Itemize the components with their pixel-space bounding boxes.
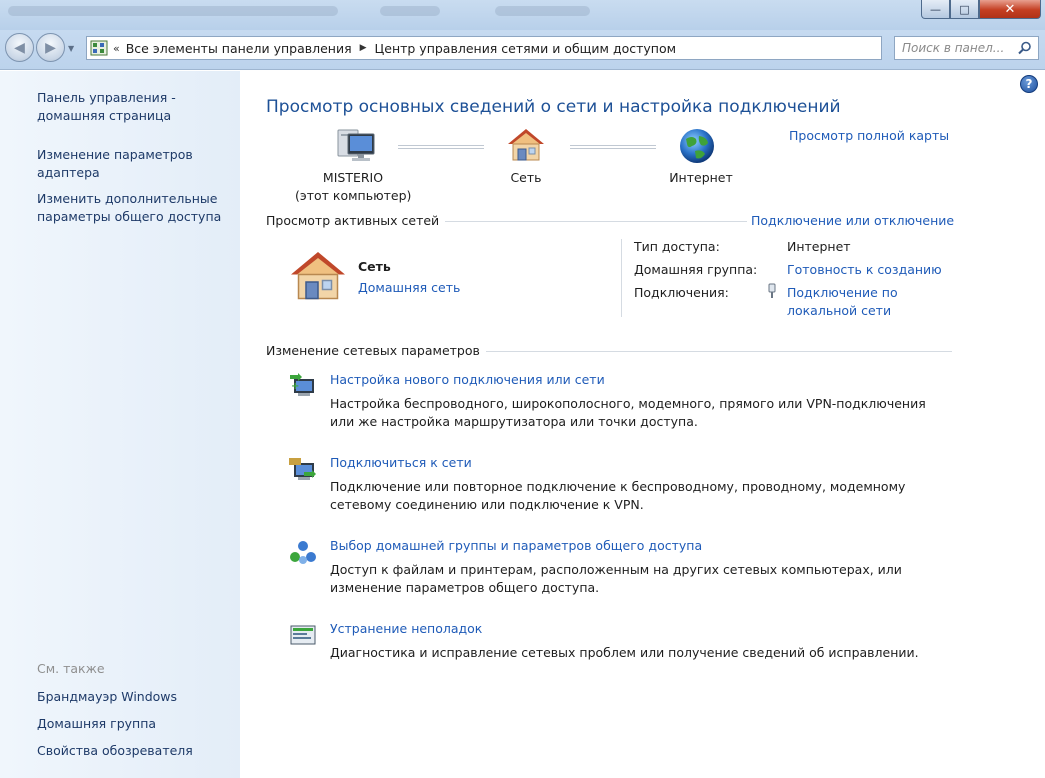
- task-troubleshoot-desc: Диагностика и исправление сетевых пробле…: [330, 645, 919, 660]
- search-box[interactable]: [894, 36, 1039, 60]
- sidebar-link-adapter-settings[interactable]: Изменение параметров адаптера: [37, 146, 232, 182]
- blurred-tab-text: [8, 6, 338, 16]
- access-type-label: Тип доступа:: [634, 239, 720, 254]
- task-homegroup-desc-2: изменение параметров общего доступа.: [330, 580, 600, 595]
- close-button[interactable]: ✕: [979, 0, 1041, 19]
- network-label: Сеть: [510, 170, 542, 185]
- active-networks-heading: Просмотр активных сетей: [266, 213, 446, 228]
- blurred-toolbar-text: [495, 6, 590, 16]
- back-arrow-icon: ◀: [14, 39, 25, 56]
- computer-note: (этот компьютер): [295, 188, 412, 203]
- connect-disconnect-link[interactable]: Подключение или отключение: [747, 213, 955, 228]
- map-connector: [570, 145, 656, 149]
- breadcrumb-overflow-icon[interactable]: «: [113, 42, 120, 55]
- access-type-value: Интернет: [787, 239, 851, 254]
- task-homegroup-desc-1: Доступ к файлам и принтерам, расположенн…: [330, 562, 902, 577]
- connection-link-line1[interactable]: Подключение по: [787, 284, 898, 302]
- see-also-firewall[interactable]: Брандмауэр Windows: [37, 688, 232, 706]
- breadcrumb-all-items[interactable]: Все элементы панели управления: [126, 41, 352, 56]
- task-new-connection-desc-1: Настройка беспроводного, широкополосного…: [330, 396, 926, 411]
- map-connector: [398, 145, 484, 149]
- forward-arrow-icon: ▶: [45, 39, 56, 56]
- page-title: Просмотр основных сведений о сети и наст…: [266, 97, 841, 117]
- forward-button[interactable]: ▶: [36, 33, 65, 62]
- see-also-homegroup[interactable]: Домашняя группа: [37, 715, 232, 733]
- see-also-internet-options[interactable]: Свойства обозревателя: [37, 742, 232, 760]
- breadcrumb-arrow-icon[interactable]: ▶: [360, 43, 367, 53]
- active-network-name: Сеть: [358, 259, 391, 274]
- computer-name: MISTERIO: [322, 170, 384, 185]
- connection-link-line2[interactable]: локальной сети: [787, 302, 891, 320]
- homegroup-icon: [290, 541, 316, 564]
- sidebar-link-home[interactable]: Панель управления - домашняя страница: [37, 89, 232, 125]
- homegroup-label: Домашняя группа:: [634, 262, 758, 277]
- help-icon[interactable]: ?: [1020, 75, 1038, 93]
- navigation-bar: ◀ ▶ ▼ « Все элементы панели управления ▶…: [0, 30, 1045, 70]
- internet-label: Интернет: [669, 170, 733, 185]
- task-connect-link[interactable]: Подключиться к сети: [330, 455, 472, 470]
- breadcrumb-network-center[interactable]: Центр управления сетями и общим доступом: [375, 41, 677, 56]
- task-connect-desc-1: Подключение или повторное подключение к …: [330, 479, 906, 494]
- address-bar[interactable]: « Все элементы панели управления ▶ Центр…: [86, 36, 964, 60]
- minimize-button[interactable]: —: [921, 0, 950, 19]
- computer-icon[interactable]: [336, 128, 376, 164]
- new-connection-icon: +: [290, 373, 314, 396]
- network-type-link[interactable]: Домашняя сеть: [358, 280, 460, 295]
- vertical-divider: [621, 239, 622, 317]
- sidebar-link-sharing-settings[interactable]: Изменить дополнительные параметры общего…: [37, 190, 232, 226]
- task-troubleshoot-link[interactable]: Устранение неполадок: [330, 621, 482, 636]
- task-new-connection-link[interactable]: Настройка нового подключения или сети: [330, 372, 605, 387]
- network-house-icon[interactable]: [506, 127, 546, 163]
- task-homegroup-link[interactable]: Выбор домашней группы и параметров общег…: [330, 538, 702, 553]
- back-button[interactable]: ◀: [5, 33, 34, 62]
- sidebar: Панель управления - домашняя страница Из…: [0, 71, 240, 778]
- ethernet-plug-icon: [768, 283, 776, 298]
- internet-globe-icon[interactable]: [678, 127, 716, 165]
- change-settings-heading: Изменение сетевых параметров: [266, 343, 486, 358]
- troubleshoot-icon: [290, 625, 316, 645]
- title-bar: — □ ✕: [0, 0, 1045, 30]
- control-panel-icon: [90, 40, 108, 56]
- see-also-heading: См. также: [37, 661, 105, 676]
- connect-to-network-icon: [289, 458, 316, 480]
- homegroup-value-link[interactable]: Готовность к созданию: [787, 261, 942, 279]
- blurred-toolbar-icons: [380, 6, 440, 16]
- maximize-button[interactable]: □: [950, 0, 979, 19]
- main-content: ? Просмотр основных сведений о сети и на…: [240, 71, 1045, 778]
- task-connect-desc-2: сетевому соединению или подключение к VP…: [330, 497, 644, 512]
- svg-text:+: +: [291, 381, 299, 392]
- connections-label: Подключения:: [634, 285, 729, 300]
- recent-pages-dropdown[interactable]: ▼: [68, 44, 74, 53]
- search-input[interactable]: [902, 41, 1018, 55]
- task-new-connection-desc-2: или же настройка маршрутизатора или точк…: [330, 414, 698, 429]
- full-map-link[interactable]: Просмотр полной карты: [789, 128, 949, 143]
- search-icon[interactable]: [1018, 41, 1032, 55]
- active-network-house-icon: [291, 252, 345, 300]
